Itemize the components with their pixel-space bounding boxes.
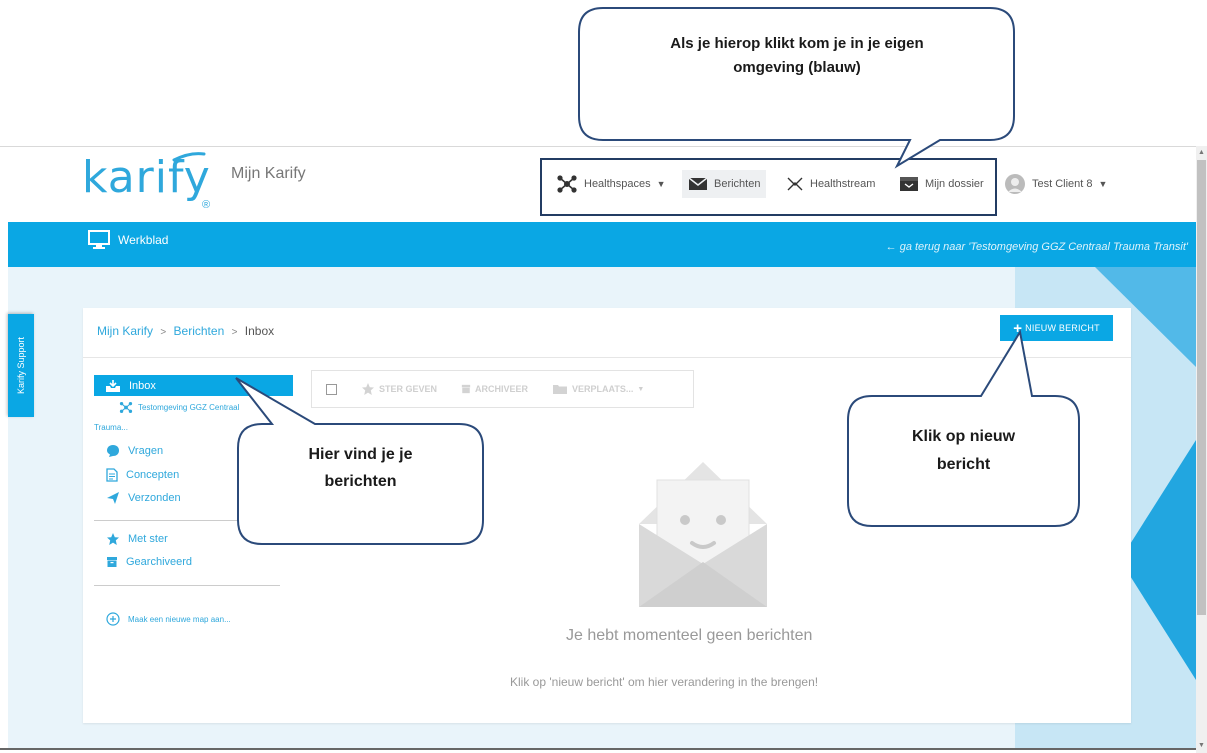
left-callout-line1: Hier vind je je <box>308 446 413 463</box>
avatar <box>1005 174 1025 194</box>
sidebar-item-met-ster-label: Met ster <box>128 533 168 545</box>
healthspaces-icon <box>557 175 577 193</box>
folder-icon <box>553 385 568 394</box>
message-toolbar: STER GEVEN ARCHIVEER VERPLAATS... ▼ <box>311 370 694 408</box>
sidebar-item-healthspace-label: Testomgeving GGZ Centraal <box>138 403 240 412</box>
sidebar-item-inbox-label: Inbox <box>129 379 156 392</box>
new-folder-link[interactable]: Maak een nieuwe map aan... <box>106 612 231 626</box>
go-back-link[interactable]: ← ga terug naar 'Testomgeving GGZ Centra… <box>886 241 1188 253</box>
chevron-down-icon: ▼ <box>637 385 645 393</box>
werkblad-label: Werkblad <box>118 233 169 247</box>
empty-envelope-icon <box>639 462 767 607</box>
sidebar-item-gearchiveerd[interactable]: Gearchiveerd <box>106 556 192 568</box>
move-button-label: VERPLAATS... <box>572 384 634 394</box>
star-icon <box>362 383 374 395</box>
plus-icon: + <box>1013 319 1023 337</box>
sidebar-divider <box>94 520 280 521</box>
envelope-icon <box>688 177 708 190</box>
nav-healthstream-label: Healthstream <box>810 178 876 190</box>
page-bottom-border <box>0 748 1196 750</box>
sidebar-item-healthspace-continued[interactable]: Trauma... <box>94 423 128 432</box>
healthstream-icon <box>787 177 803 191</box>
scroll-down-arrow-icon[interactable]: ▼ <box>1197 741 1206 751</box>
top-callout-text: Als je hierop klikt kom je in je eigen o… <box>585 32 1009 80</box>
nav-berichten[interactable]: Berichten <box>682 170 767 198</box>
nav-healthspaces-label: Healthspaces <box>584 178 651 190</box>
logo-registered-mark: ® <box>202 199 211 211</box>
star-icon <box>107 533 119 545</box>
card-divider <box>83 357 1131 358</box>
chevron-down-icon: ▼ <box>1098 179 1108 189</box>
sidebar-item-met-ster[interactable]: Met ster <box>106 532 168 546</box>
sidebar-divider <box>94 585 280 586</box>
karify-support-tab[interactable]: Karify Support <box>8 314 34 417</box>
monitor-icon <box>88 230 110 249</box>
sidebar-item-verzonden-label: Verzonden <box>128 492 181 504</box>
sidebar-item-vragen-label: Vragen <box>128 445 164 457</box>
user-menu[interactable]: Test Client 8 ▼ <box>1004 170 1107 198</box>
breadcrumb: Mijn Karify > Berichten > Inbox <box>97 324 274 338</box>
nav-berichten-label: Berichten <box>714 178 761 190</box>
scrollbar-thumb[interactable] <box>1197 160 1206 615</box>
right-callout-text: Klik op nieuw bericht <box>850 423 1077 479</box>
chat-bubble-icon <box>107 445 119 457</box>
sidebar-item-vragen[interactable]: Vragen <box>106 444 163 458</box>
logo-swoosh-icon <box>172 152 206 162</box>
breadcrumb-current: Inbox <box>244 324 275 338</box>
chevron-down-icon: ▼ <box>656 179 666 189</box>
sidebar-item-gearchiveerd-label: Gearchiveerd <box>126 556 193 568</box>
new-message-button[interactable]: + NIEUW BERICHT <box>1000 315 1113 341</box>
nav-healthspaces[interactable]: Healthspaces ▼ <box>556 170 666 198</box>
breadcrumb-separator: > <box>231 327 238 338</box>
breadcrumb-home[interactable]: Mijn Karify <box>97 324 153 338</box>
nav-healthstream[interactable]: Healthstream <box>786 170 875 198</box>
select-all-checkbox[interactable] <box>326 383 337 395</box>
document-icon <box>106 468 118 482</box>
healthspaces-icon <box>119 402 133 413</box>
plus-circle-icon <box>106 612 120 626</box>
new-message-label: NIEUW BERICHT <box>1025 323 1100 333</box>
scroll-up-arrow-icon[interactable]: ▲ <box>1197 148 1206 158</box>
werkblad-link[interactable]: Werkblad <box>88 230 168 250</box>
sidebar-item-concepten[interactable]: Concepten <box>106 468 179 482</box>
inbox-icon <box>106 379 120 392</box>
left-callout-text: Hier vind je je berichten <box>240 441 481 495</box>
star-button[interactable]: STER GEVEN <box>361 382 437 396</box>
left-callout-line2: berichten <box>324 473 397 490</box>
page-top-border <box>0 146 1196 147</box>
sidebar-item-concepten-label: Concepten <box>126 469 180 481</box>
nav-mijn-dossier-label: Mijn dossier <box>925 178 984 190</box>
paper-plane-icon <box>107 492 119 504</box>
dossier-icon <box>900 177 918 191</box>
move-button[interactable]: VERPLAATS... ▼ <box>552 383 644 395</box>
star-button-label: STER GEVEN <box>379 384 438 394</box>
user-name: Test Client 8 <box>1032 178 1093 190</box>
sidebar-item-healthspace[interactable]: Testomgeving GGZ Centraal <box>119 401 239 414</box>
archive-icon <box>461 384 471 394</box>
new-folder-label: Maak een nieuwe map aan... <box>128 614 231 624</box>
sidebar-item-verzonden[interactable]: Verzonden <box>106 491 181 505</box>
nav-mijn-dossier[interactable]: Mijn dossier <box>899 170 984 198</box>
breadcrumb-berichten[interactable]: Berichten <box>174 324 225 338</box>
app-title: Mijn Karify <box>231 165 306 182</box>
top-callout-line2: omgeving (blauw) <box>733 59 861 76</box>
breadcrumb-separator: > <box>160 327 167 338</box>
empty-state-subtitle: Klik op 'nieuw bericht' om hier verander… <box>510 675 819 689</box>
archive-button-label: ARCHIVEER <box>475 384 529 394</box>
right-callout-line2: bericht <box>936 456 991 473</box>
empty-state-title: Je hebt momenteel geen berichten <box>566 627 813 644</box>
archive-button[interactable]: ARCHIVEER <box>461 384 528 394</box>
archive-icon <box>107 557 117 567</box>
right-callout-line1: Klik op nieuw <box>911 428 1016 445</box>
sidebar-item-inbox[interactable]: Inbox <box>94 375 293 396</box>
top-callout-line1: Als je hierop klikt kom je in je eigen <box>670 35 924 52</box>
